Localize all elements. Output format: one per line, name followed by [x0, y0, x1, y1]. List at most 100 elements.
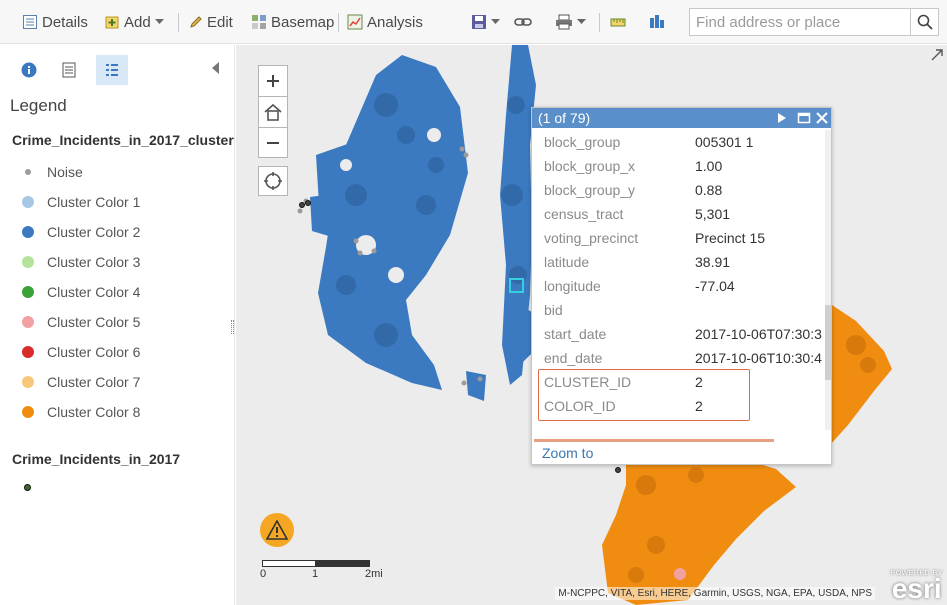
- zoom-in-button[interactable]: [258, 65, 288, 96]
- expand-map-button[interactable]: [931, 48, 943, 66]
- popup-field-name: voting_precinct: [544, 230, 639, 246]
- basemap-button[interactable]: Basemap: [251, 11, 334, 33]
- edit-label: Edit: [207, 13, 233, 31]
- edit-button[interactable]: Edit: [189, 11, 233, 33]
- popup-field-value: 1.00: [695, 158, 723, 174]
- zoom-to-link[interactable]: Zoom to: [542, 445, 593, 461]
- legend-label: Cluster Color 8: [47, 404, 141, 420]
- collapse-panel-button[interactable]: [212, 61, 220, 79]
- popup-field-name: end_date: [544, 350, 603, 366]
- share-link-button[interactable]: [514, 11, 532, 33]
- legend-item: Cluster Color 5: [22, 312, 140, 332]
- chevron-down-icon: [577, 19, 586, 24]
- maximize-popup-button[interactable]: [797, 111, 811, 125]
- close-icon: [816, 112, 828, 124]
- chevron-down-icon: [154, 19, 164, 24]
- popup-count: (1 of 79): [538, 110, 591, 126]
- popup-field-value: 2017-10-06T07:30:3: [695, 326, 822, 342]
- scale-segment: [262, 560, 316, 567]
- legend-swatch: [22, 226, 34, 238]
- map-attribution[interactable]: M-NCPPC, VITA, Esri, HERE, Garmin, USGS,…: [555, 587, 875, 600]
- popup-scrollbar[interactable]: [825, 130, 831, 430]
- popup-field-value: -77.04: [695, 278, 735, 294]
- scale-bar: 0 1 2mi: [260, 560, 392, 582]
- scale-label: 1: [312, 568, 319, 580]
- esri-wordmark: esri: [891, 573, 942, 604]
- layer-title-clusters: Crime_Incidents_in_2017_cluster: [12, 132, 234, 148]
- legend-item: Cluster Color 2: [22, 222, 140, 242]
- popup-field-name: latitude: [544, 254, 590, 270]
- legend-swatch: [22, 376, 34, 388]
- scale-label: 0: [260, 568, 267, 580]
- chevron-left-icon: [212, 62, 219, 74]
- popup-field-row: census_tract 5,301: [544, 202, 829, 226]
- legend-label: Cluster Color 7: [47, 374, 141, 390]
- highlight-annotation-box: [538, 369, 750, 421]
- popup-horizontal-scrollbar[interactable]: [534, 439, 774, 442]
- legend-tab[interactable]: [96, 55, 128, 85]
- analysis-button[interactable]: Analysis: [347, 11, 423, 33]
- popup-scroll-thumb[interactable]: [825, 305, 831, 380]
- maximize-icon: [797, 112, 811, 124]
- content-tab[interactable]: [53, 55, 85, 85]
- search-input[interactable]: [689, 8, 911, 36]
- legend-swatch: [22, 196, 34, 208]
- add-button[interactable]: Add: [104, 11, 164, 33]
- analysis-label: Analysis: [367, 13, 423, 31]
- pencil-icon: [190, 16, 202, 28]
- home-button[interactable]: [258, 96, 288, 127]
- measure-button[interactable]: [609, 11, 627, 33]
- legend-item: Cluster Color 7: [22, 372, 140, 392]
- printer-icon: [556, 14, 572, 30]
- close-popup-button[interactable]: [815, 111, 829, 125]
- legend-icon: [106, 64, 118, 76]
- popup-field-row: block_group_y 0.88: [544, 178, 829, 202]
- esri-logo[interactable]: POWERED BY esri: [891, 570, 943, 604]
- details-button[interactable]: Details: [22, 11, 88, 33]
- next-icon: [778, 113, 786, 123]
- locate-icon: [264, 172, 282, 190]
- popup-field-row: block_group 005301 1: [544, 130, 829, 154]
- basemap-grid-icon: [252, 15, 266, 29]
- layer-title-incidents: Crime_Incidents_in_2017: [12, 451, 181, 467]
- toolbar-divider: [338, 13, 339, 32]
- popup-field-name: longitude: [544, 278, 601, 294]
- print-button[interactable]: [555, 11, 586, 33]
- info-icon: [21, 62, 37, 78]
- popup-field-value: 005301 1: [695, 134, 754, 150]
- legend-label: Cluster Color 5: [47, 314, 141, 330]
- search-button[interactable]: [910, 8, 939, 36]
- legend-item: Cluster Color 8: [22, 402, 140, 422]
- popup-field-name: block_group_y: [544, 182, 636, 198]
- incident-symbol: [24, 484, 31, 491]
- add-label: Add: [124, 13, 151, 31]
- popup-field-row: latitude 38.91: [544, 250, 829, 274]
- home-icon: [264, 103, 282, 121]
- next-feature-button[interactable]: [775, 111, 789, 125]
- popup-field-value: 2017-10-06T10:30:4: [695, 350, 822, 366]
- legend-swatch: [22, 406, 34, 418]
- popup-field-row: end_date 2017-10-06T10:30:4: [544, 346, 829, 370]
- popup-field-name: bid: [544, 302, 563, 318]
- popup-field-value: 0.88: [695, 182, 723, 198]
- panel-resize-handle[interactable]: [231, 320, 234, 334]
- measure-icon: [610, 18, 626, 27]
- legend-panel: Legend Crime_Incidents_in_2017_cluster N…: [0, 45, 235, 605]
- directions-button[interactable]: [648, 11, 666, 33]
- warning-button[interactable]: [260, 513, 294, 547]
- popup-field-name: census_tract: [544, 206, 624, 222]
- zoom-out-button[interactable]: [258, 127, 288, 158]
- add-layer-icon: [105, 16, 119, 29]
- scale-segment: [316, 560, 370, 567]
- popup-field-row: start_date 2017-10-06T07:30:3: [544, 322, 829, 346]
- legend-item: Cluster Color 4: [22, 282, 140, 302]
- details-icon: [23, 15, 37, 29]
- details-label: Details: [42, 13, 88, 31]
- legend-label: Cluster Color 6: [47, 344, 141, 360]
- save-button[interactable]: [471, 11, 500, 33]
- locate-button[interactable]: [258, 166, 288, 196]
- popup-field-name: start_date: [544, 326, 607, 342]
- about-tab[interactable]: [13, 55, 45, 85]
- popup-field-name: block_group: [544, 134, 621, 150]
- search-icon: [917, 14, 933, 30]
